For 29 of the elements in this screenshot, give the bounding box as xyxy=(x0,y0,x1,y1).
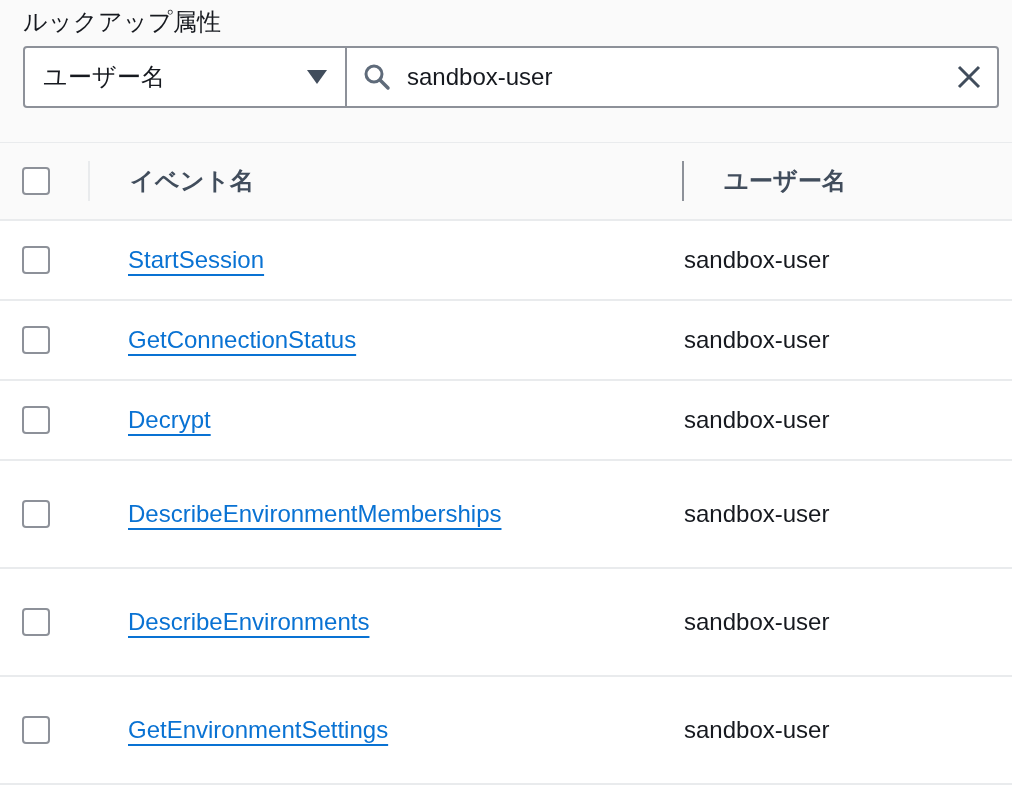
table-cell-text: sandbox-user xyxy=(683,500,830,528)
checkbox[interactable] xyxy=(22,406,50,434)
table-cell-text: sandbox-user xyxy=(683,246,830,274)
event-name-link[interactable]: Decrypt xyxy=(128,406,211,433)
checkbox[interactable] xyxy=(22,500,50,528)
clear-button[interactable] xyxy=(957,65,981,89)
table-cell-text: sandbox-user xyxy=(683,326,830,354)
lookup-attribute-label: ルックアップ属性 xyxy=(23,7,221,37)
column-header[interactable]: イベント名 xyxy=(90,165,682,197)
search-input[interactable]: sandbox-user xyxy=(405,62,943,92)
checkbox[interactable] xyxy=(22,716,50,744)
checkbox[interactable] xyxy=(22,167,50,195)
table-cell-text: sandbox-user xyxy=(683,406,830,434)
checkbox[interactable] xyxy=(22,326,50,354)
event-name-link[interactable]: StartSession xyxy=(128,246,265,273)
table-cell-text: sandbox-user xyxy=(683,716,830,744)
attribute-dropdown[interactable]: ユーザー名 xyxy=(23,46,347,108)
checkbox[interactable] xyxy=(22,608,50,636)
search-icon xyxy=(363,63,391,91)
caret-icon xyxy=(307,70,327,84)
close-icon xyxy=(957,65,981,89)
search-field[interactable]: sandbox-user xyxy=(347,46,999,108)
event-name-link[interactable]: DescribeEnvironments xyxy=(128,608,370,635)
column-header[interactable]: ユーザー名 xyxy=(684,165,846,197)
event-name-link[interactable]: DescribeEnvironmentMemberships xyxy=(128,500,502,527)
event-name-link[interactable]: GetEnvironmentSettings xyxy=(128,716,389,743)
table-cell-text: sandbox-user xyxy=(683,608,830,636)
event-name-link[interactable]: GetConnectionStatus xyxy=(128,326,357,353)
checkbox[interactable] xyxy=(22,246,50,274)
